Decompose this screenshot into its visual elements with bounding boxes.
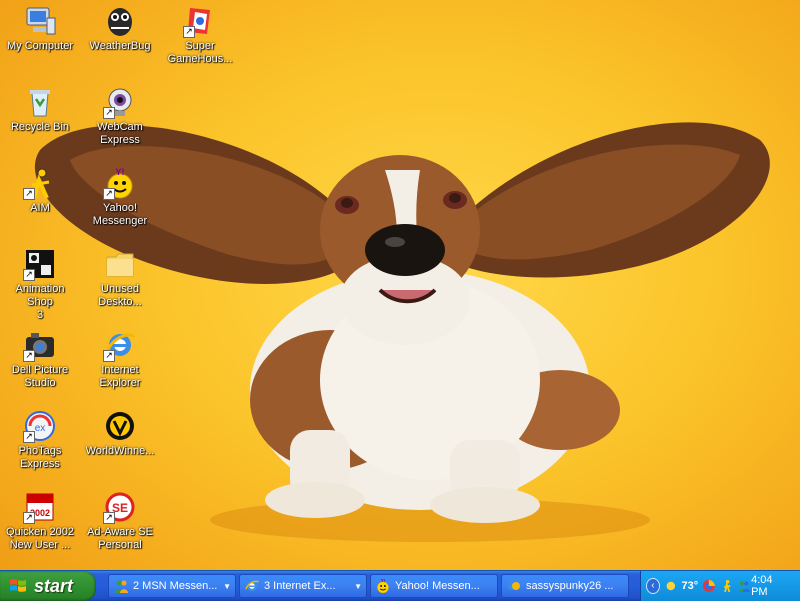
group-dropdown-arrow-icon: ▼ (354, 581, 362, 591)
windows-logo-icon (10, 579, 26, 592)
task-button-chat[interactable]: sassyspunky26 ... (501, 574, 629, 598)
desktop-icon-yahoo-messenger[interactable]: Y! ↗ Yahoo! Messenger (81, 164, 159, 228)
temperature-readout[interactable]: 73° (682, 580, 699, 592)
desktop-icon-label: Super GameHous... (167, 40, 233, 65)
shortcut-arrow-icon: ↗ (103, 188, 115, 200)
task-button-label: Yahoo! Messen... (395, 580, 480, 592)
dell-picture-studio-icon: ↗ (23, 328, 57, 362)
shortcut-arrow-icon: ↗ (23, 512, 35, 524)
desktop-icon-label: Yahoo! Messenger (92, 202, 148, 227)
show-hidden-icons-button[interactable]: ‹ (646, 578, 660, 594)
internet-explorer-icon: ↗ (103, 328, 137, 362)
shortcut-arrow-icon: ↗ (23, 431, 35, 443)
task-button-msn-messenger[interactable]: 2 MSN Messen... ▼ (108, 574, 236, 598)
desktop-icon-label: WeatherBug (89, 40, 151, 52)
desktop-icon-label: PhoTags Express (18, 445, 62, 470)
desktop-icon-dell-picture-studio[interactable]: ↗ Dell Picture Studio (1, 326, 79, 390)
shortcut-arrow-icon: ↗ (103, 107, 115, 119)
weather-icon[interactable] (664, 578, 678, 594)
desktop-icon-ad-aware[interactable]: SE ↗ Ad-Aware SE Personal (81, 488, 159, 552)
task-button-internet-explorer[interactable]: 3 Internet Ex... ▼ (239, 574, 367, 598)
system-tray: ‹ 73° 4:04 PM (640, 571, 800, 601)
desktop-icon-photags-express[interactable]: ex ↗ PhoTags Express (1, 407, 79, 471)
aim-icon: ↗ (23, 166, 57, 200)
desktop-icon-my-computer[interactable]: My Computer (1, 2, 79, 53)
shortcut-arrow-icon: ↗ (103, 350, 115, 362)
desktop-icon-label: Animation Shop 3 (15, 283, 65, 321)
task-button-group: 2 MSN Messen... ▼ 3 Internet Ex... ▼ Y! Yahoo… (108, 574, 629, 598)
folder-icon (103, 247, 137, 281)
recycle-bin-icon (23, 85, 57, 119)
task-button-label: 2 MSN Messen... (133, 580, 218, 592)
yahoo-messenger-icon: Y! (377, 578, 389, 594)
desktop-icon-label: Internet Explorer (99, 364, 141, 389)
shortcut-arrow-icon: ↗ (183, 26, 195, 38)
task-button-yahoo-messenger[interactable]: Y! Yahoo! Messen... (370, 574, 498, 598)
animation-shop-icon: ↗ (23, 247, 57, 281)
shortcut-arrow-icon: ↗ (103, 512, 115, 524)
svg-text:Y!: Y! (381, 578, 385, 583)
yahoo-messenger-icon: Y! ↗ (103, 166, 137, 200)
desktop-icon-label: Dell Picture Studio (11, 364, 69, 389)
desktop-icon-folder[interactable]: Unused Deskto... (81, 245, 159, 309)
desktop-icon-label: Ad-Aware SE Personal (87, 526, 153, 551)
task-button-label: sassyspunky26 ... (526, 580, 614, 592)
desktop-icon-internet-explorer[interactable]: ↗ Internet Explorer (81, 326, 159, 390)
start-label: start (34, 575, 74, 596)
desktop-icon-label: AIM (30, 202, 50, 214)
desktop-icon-weatherbug[interactable]: WeatherBug (81, 2, 159, 53)
my-computer-icon (23, 4, 57, 38)
internet-explorer-icon (245, 580, 260, 592)
desktop-icon-webcam-express[interactable]: ↗ WebCam Express (81, 83, 159, 147)
desktop-icon-super-gamehouse[interactable]: ↗ Super GameHous... (161, 2, 239, 66)
desktop-icon-worldwinner[interactable]: WorldWinne... (81, 407, 159, 458)
webcam-express-icon: ↗ (103, 85, 137, 119)
desktop-icon-animation-shop[interactable]: ↗ Animation Shop 3 (1, 245, 79, 322)
chrome-like-icon[interactable] (702, 578, 716, 594)
worldwinner-icon (103, 409, 137, 443)
group-dropdown-arrow-icon: ▼ (223, 581, 231, 591)
desktop-icon-aim[interactable]: ↗ AIM (1, 164, 79, 215)
msn-messenger-icon (115, 580, 128, 593)
ad-aware-icon: SE ↗ (103, 490, 137, 524)
desktop-icon-label: Recycle Bin (10, 121, 70, 133)
shortcut-arrow-icon: ↗ (23, 350, 35, 362)
photags-express-icon: ex ↗ (23, 409, 57, 443)
desktop-icon-recycle-bin[interactable]: Recycle Bin (1, 83, 79, 134)
msn-tray-icon[interactable] (737, 578, 751, 594)
desktop-icon-quicken[interactable]: 2002 ↗ Quicken 2002 New User ... (1, 488, 79, 552)
start-button[interactable]: start (0, 571, 96, 601)
desktop-icon-label: Unused Deskto... (98, 283, 142, 308)
aim-tray-icon[interactable] (720, 578, 734, 594)
quicken-icon: 2002 ↗ (23, 490, 57, 524)
task-button-label: 3 Internet Ex... (264, 580, 336, 592)
desktop-icon-label: WorldWinne... (85, 445, 155, 457)
desktop-icon-label: My Computer (6, 40, 74, 52)
shortcut-arrow-icon: ↗ (23, 188, 35, 200)
clock[interactable]: 4:04 PM (751, 574, 786, 598)
desktop-icon-label: WebCam Express (97, 121, 143, 146)
taskbar: start 2 MSN Messen... ▼ 3 Internet Ex... ▼ Y… (0, 570, 800, 601)
svg-text:Y!: Y! (116, 167, 125, 177)
shortcut-arrow-icon: ↗ (23, 269, 35, 281)
weatherbug-icon (103, 4, 137, 38)
desktop-icon-label: Quicken 2002 New User ... (6, 526, 74, 551)
svg-text:ex: ex (35, 423, 46, 434)
super-gamehouse-icon: ↗ (183, 4, 217, 38)
chat-icon (508, 582, 520, 590)
